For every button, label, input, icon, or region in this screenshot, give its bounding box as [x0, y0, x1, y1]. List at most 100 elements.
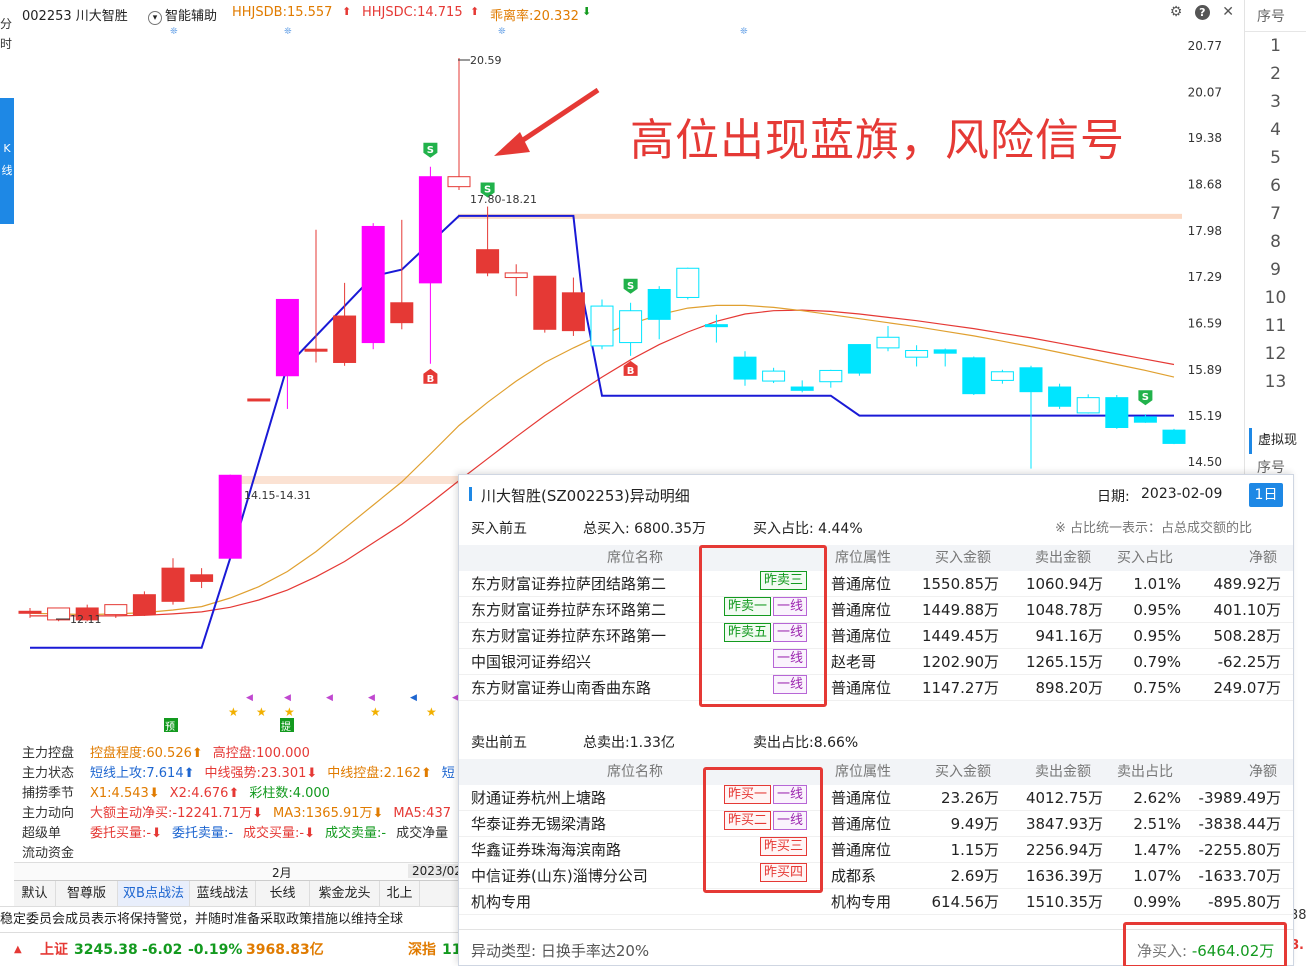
- marker-dot-icon: ❊: [284, 27, 292, 37]
- candle[interactable]: [933, 348, 957, 367]
- candle-body: [533, 275, 557, 330]
- candle[interactable]: [418, 166, 442, 364]
- candle[interactable]: [790, 380, 814, 393]
- candle[interactable]: [876, 325, 900, 352]
- table-row[interactable]: 华鑫证券珠海海滨南路 昨买三 普通席位 1.15万 2256.94万 1.47% -2255…: [459, 837, 1293, 863]
- help-icon[interactable]: ?: [1194, 5, 1210, 20]
- candle[interactable]: [247, 398, 271, 402]
- candle[interactable]: [647, 286, 671, 340]
- seq-number[interactable]: 4: [1245, 116, 1306, 144]
- seq-number[interactable]: 1: [1245, 32, 1306, 60]
- column-header[interactable]: 席位名称: [607, 759, 663, 785]
- strategy-tab[interactable]: 双B点战法: [118, 881, 190, 907]
- candle[interactable]: [361, 223, 385, 350]
- seq-number[interactable]: 2: [1245, 60, 1306, 88]
- strategy-tab[interactable]: 默认: [14, 881, 56, 907]
- down-arrow-icon: ⬇: [582, 5, 592, 18]
- candle[interactable]: [590, 299, 614, 350]
- seq-number[interactable]: 10: [1245, 284, 1306, 312]
- index-value-sz: 11: [442, 942, 458, 958]
- news-ticker[interactable]: 稳定委员会成员表示将保持警觉，并随时准备采取政策措施以维持全球: [0, 906, 458, 932]
- column-header[interactable]: 净额: [1249, 545, 1277, 571]
- seq-number[interactable]: 8: [1245, 228, 1306, 256]
- ratio-value: 1.47%: [1133, 841, 1181, 859]
- candle[interactable]: [619, 302, 643, 356]
- period-button[interactable]: 1日: [1249, 483, 1283, 507]
- candle[interactable]: [1019, 365, 1043, 469]
- candle[interactable]: [533, 275, 557, 333]
- left-strip: 分 时 K 线: [0, 0, 14, 966]
- candle[interactable]: [132, 591, 156, 616]
- seq-number[interactable]: 13: [1245, 368, 1306, 396]
- column-header[interactable]: 净额: [1249, 759, 1277, 785]
- indicator-row[interactable]: 超级单 委托买量:-⬇ 委托卖量:- 成交买量:-⬇ 成交卖量:- 成交净量: [22, 824, 462, 844]
- assist-dropdown[interactable]: ▾ 智能辅助: [148, 5, 217, 25]
- strategy-tab[interactable]: 紫金龙头: [310, 881, 380, 907]
- candle[interactable]: [905, 345, 929, 367]
- table-row[interactable]: 机构专用 机构专用 614.56万 1510.35万 0.99% -895.80万: [459, 889, 1293, 915]
- table-row[interactable]: 中信证券(山东)淄博分公司 昨买四 成都系 2.69万 1636.39万 1.07% -16…: [459, 863, 1293, 889]
- strategy-tab[interactable]: 长线: [256, 881, 310, 907]
- indicator-row[interactable]: 捕捞季节 X1:4.543⬇ X2:4.676⬆ 彩柱数:4.000: [22, 784, 462, 804]
- candle[interactable]: [676, 267, 700, 300]
- candle-body: [1105, 397, 1129, 428]
- column-header[interactable]: 买入金额: [935, 545, 991, 571]
- candle[interactable]: [390, 219, 414, 330]
- index-name-sz[interactable]: 深指: [408, 933, 436, 966]
- indicator-row[interactable]: 主力状态 短线上攻:7.614⬆ 中线强势:23.301⬇ 中线控盘:2.162⬆ 短: [22, 764, 462, 784]
- seq-number[interactable]: 6: [1245, 172, 1306, 200]
- timeshare-tab[interactable]: 分 时: [0, 14, 12, 54]
- candle[interactable]: [333, 282, 357, 366]
- column-header[interactable]: 买入金额: [935, 759, 991, 785]
- table-row[interactable]: 东方财富证券拉萨团结路第二 昨卖三 普通席位 1550.85万 1060.94万 1.01…: [459, 571, 1293, 597]
- table-row[interactable]: 东方财富证券拉萨东环路第一 一线 昨卖五 普通席位 1449.45万 941.16万 0.9…: [459, 623, 1293, 649]
- column-header[interactable]: 卖出金额: [1035, 545, 1091, 571]
- column-header[interactable]: 卖出占比: [1117, 759, 1173, 785]
- table-row[interactable]: 东方财富证券山南香曲东路 一线 普通席位 1147.27万 898.20万 0.75% 24…: [459, 675, 1293, 701]
- candle[interactable]: [190, 568, 214, 589]
- column-header[interactable]: 卖出金额: [1035, 759, 1091, 785]
- table-row[interactable]: 华泰证券无锡梁清路 一线 昨买二 普通席位 9.49万 3847.93万 2.51% -383…: [459, 811, 1293, 837]
- candle[interactable]: [447, 57, 471, 190]
- buy-ratio: 买入占比: 4.44%: [753, 521, 863, 537]
- candle[interactable]: [733, 351, 757, 386]
- table-row[interactable]: 中国银河证券绍兴 一线 赵老哥 1202.90万 1265.15万 0.79% -62.25…: [459, 649, 1293, 675]
- indicator-value: 短: [441, 766, 455, 781]
- candle[interactable]: [1076, 394, 1100, 414]
- column-header[interactable]: 席位名称: [607, 545, 663, 571]
- strategy-tab[interactable]: 智尊版: [56, 881, 118, 907]
- virtual-tab[interactable]: 虚拟现: [1249, 428, 1306, 454]
- candle[interactable]: [1162, 428, 1186, 445]
- seq-number[interactable]: 5: [1245, 144, 1306, 172]
- table-row[interactable]: 财通证券杭州上塘路 一线 昨买一 普通席位 23.26万 4012.75万 2.62% -39…: [459, 785, 1293, 811]
- indicator-row[interactable]: 流动资金: [22, 844, 462, 864]
- candle[interactable]: [1105, 394, 1129, 429]
- column-header[interactable]: 买入占比: [1117, 545, 1173, 571]
- candle[interactable]: [962, 356, 986, 395]
- date-value[interactable]: 2023-02-09: [1141, 486, 1222, 502]
- seq-number[interactable]: 12: [1245, 340, 1306, 368]
- close-icon[interactable]: ✕: [1222, 4, 1234, 20]
- gear-icon[interactable]: ⚙: [1170, 4, 1183, 20]
- table-row[interactable]: 东方财富证券拉萨东环路第二 一线 昨卖一 普通席位 1449.88万 1048.78万 0.…: [459, 597, 1293, 623]
- candle[interactable]: [218, 474, 242, 559]
- index-name-sh[interactable]: 上证: [40, 933, 68, 966]
- column-header[interactable]: 席位属性: [835, 545, 891, 571]
- seq-number[interactable]: 7: [1245, 200, 1306, 228]
- candle[interactable]: [1048, 383, 1072, 409]
- candle[interactable]: [990, 369, 1014, 384]
- strategy-tab[interactable]: 蓝线战法: [190, 881, 256, 907]
- indicator-row[interactable]: 主力动向 大额主动净买:-12241.71万⬇ MA3:1365.91万⬇ MA5:4…: [22, 804, 462, 824]
- seq-number[interactable]: 9: [1245, 256, 1306, 284]
- column-header[interactable]: 席位属性: [835, 759, 891, 785]
- candle[interactable]: [161, 558, 185, 605]
- candle[interactable]: [847, 344, 871, 376]
- indicator-row[interactable]: 主力控盘 控盘程度:60.526⬆ 高控盘:100.000: [22, 744, 462, 764]
- strategy-tab[interactable]: 北上: [380, 881, 420, 907]
- candle[interactable]: [762, 367, 786, 384]
- kline-tab[interactable]: K 线: [0, 98, 14, 224]
- candle[interactable]: [504, 264, 528, 297]
- seq-number[interactable]: 11: [1245, 312, 1306, 340]
- candle[interactable]: [819, 369, 843, 388]
- seq-number[interactable]: 3: [1245, 88, 1306, 116]
